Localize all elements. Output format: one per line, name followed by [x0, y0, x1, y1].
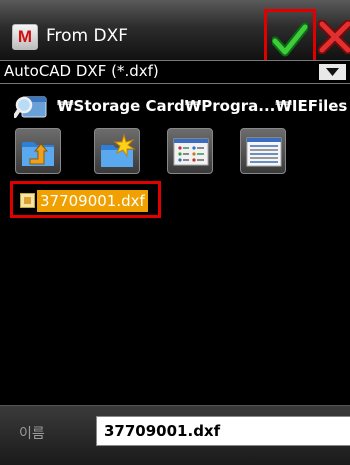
dxf-file-icon [20, 193, 35, 208]
filename-input[interactable]: 37709001.dxf [96, 416, 350, 446]
dropdown-arrow-button[interactable] [319, 64, 346, 80]
up-folder-icon [22, 142, 54, 166]
chevron-down-icon [326, 68, 339, 76]
details-view-icon [246, 137, 282, 167]
file-type-value: AutoCAD DXF (*.dxf) [4, 62, 159, 80]
window-title: From DXF [46, 26, 129, 46]
title-bar: M From DXF [0, 0, 350, 65]
filename-value: 37709001.dxf [104, 422, 221, 440]
close-button[interactable] [317, 19, 350, 58]
ok-button[interactable] [264, 9, 316, 65]
path-text: ₩Storage Card₩Progra...₩IEFiles [57, 97, 348, 115]
close-icon [317, 19, 350, 55]
file-name: 37709001.dxf [37, 190, 148, 212]
details-view-button[interactable] [240, 128, 286, 174]
up-folder-button[interactable] [15, 128, 61, 174]
checkmark-icon [272, 22, 308, 57]
new-folder-icon [101, 133, 136, 167]
filename-bar: 이름 37709001.dxf [0, 405, 350, 465]
list-view-button[interactable] [167, 128, 213, 174]
app-icon: M [12, 24, 38, 50]
filename-label: 이름 [19, 426, 45, 442]
browse-folder-icon[interactable] [14, 93, 48, 121]
new-folder-button[interactable] [94, 128, 140, 174]
file-list-item[interactable]: 37709001.dxf [10, 181, 161, 218]
file-list[interactable]: 37709001.dxf [0, 181, 350, 396]
current-path-bar[interactable]: ₩Storage Card₩Progra...₩IEFiles [0, 91, 350, 123]
list-view-icon [173, 138, 209, 166]
file-type-dropdown[interactable]: AutoCAD DXF (*.dxf) [0, 60, 350, 84]
